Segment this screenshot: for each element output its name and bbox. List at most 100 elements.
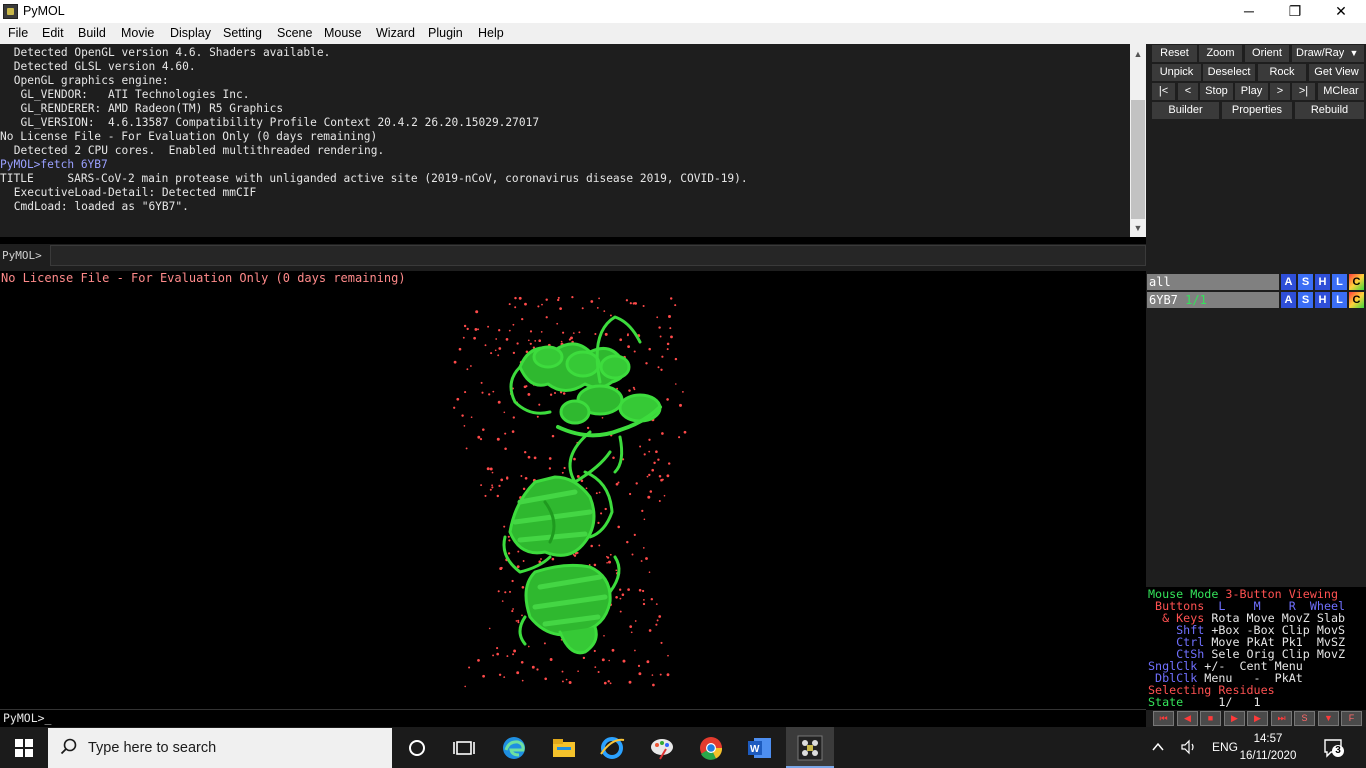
object-row-6yb7[interactable]: 6YB7 1/1 — [1147, 292, 1279, 308]
show-button[interactable]: S — [1298, 292, 1313, 308]
close-button[interactable]: ✕ — [1318, 0, 1364, 23]
language-indicator[interactable]: ENG — [1212, 740, 1238, 754]
water-atom — [491, 471, 494, 474]
mclear-button[interactable]: MClear — [1318, 83, 1364, 100]
last-frame-icon[interactable]: ⏭ — [1271, 711, 1292, 726]
action-button[interactable]: A — [1281, 292, 1296, 308]
play-button[interactable]: Play — [1235, 83, 1268, 100]
windows-start-icon[interactable] — [14, 738, 34, 758]
water-atom — [597, 521, 600, 524]
zoom-button[interactable]: Zoom — [1199, 45, 1242, 62]
water-atom — [683, 430, 687, 434]
menu-movie[interactable]: Movie — [121, 26, 154, 40]
task-view-icon[interactable] — [449, 733, 479, 763]
first-frame-icon[interactable]: ⏮ — [1153, 711, 1174, 726]
hide-button[interactable]: H — [1315, 292, 1330, 308]
menu-setting[interactable]: Setting — [223, 26, 262, 40]
rebuild-button[interactable]: Rebuild — [1295, 102, 1364, 119]
internet-explorer-icon[interactable] — [597, 733, 627, 763]
menu-mouse[interactable]: Mouse — [324, 26, 362, 40]
menu-scene[interactable]: Scene — [277, 26, 312, 40]
molecular-viewport[interactable] — [0, 272, 1146, 709]
viewport-command-prompt[interactable]: PyMOL>_ — [3, 711, 51, 725]
console-scroll-thumb[interactable] — [1131, 100, 1145, 219]
water-atom — [615, 596, 618, 599]
menu-wizard[interactable]: Wizard — [376, 26, 415, 40]
menu-help[interactable]: Help — [478, 26, 504, 40]
water-atom — [484, 494, 487, 497]
end-button[interactable]: >| — [1292, 83, 1315, 100]
forward-button[interactable]: > — [1270, 83, 1290, 100]
word-icon[interactable]: W — [745, 733, 775, 763]
unpick-button[interactable]: Unpick — [1152, 64, 1201, 81]
speaker-icon[interactable] — [1180, 739, 1198, 755]
water-atom — [659, 673, 662, 676]
builder-button[interactable]: Builder — [1152, 102, 1219, 119]
water-atom — [655, 623, 658, 626]
action-button[interactable]: A — [1281, 274, 1296, 290]
draw-ray-button[interactable]: Draw/Ray — [1292, 45, 1344, 62]
water-atom — [642, 304, 645, 308]
viewport-command-bar[interactable] — [0, 709, 1146, 727]
properties-button[interactable]: Properties — [1222, 102, 1292, 119]
menu-plugin[interactable]: Plugin — [428, 26, 463, 40]
chrome-icon[interactable] — [696, 733, 726, 763]
rewind-button[interactable]: |< — [1152, 83, 1175, 100]
minimize-button[interactable]: ─ — [1226, 0, 1272, 23]
get-view-button[interactable]: Get View — [1309, 64, 1364, 81]
hide-button[interactable]: H — [1315, 274, 1330, 290]
water-atom — [590, 544, 593, 548]
reset-button[interactable]: Reset — [1152, 45, 1197, 62]
play-icon[interactable]: ▶ — [1224, 711, 1245, 726]
menu-display[interactable]: Display — [170, 26, 211, 40]
taskbar-clock[interactable]: 14:57 16/11/2020 — [1236, 731, 1300, 765]
water-atom — [453, 406, 456, 409]
water-atom — [609, 682, 612, 685]
file-explorer-icon[interactable] — [549, 733, 579, 763]
command-input[interactable] — [50, 245, 1146, 266]
label-button[interactable]: L — [1332, 274, 1347, 290]
rock-button[interactable]: Rock — [1258, 64, 1306, 81]
water-atom — [619, 588, 622, 591]
orient-button[interactable]: Orient — [1245, 45, 1289, 62]
protein-cartoon-render — [453, 295, 687, 688]
color-button[interactable]: C — [1349, 292, 1364, 308]
color-button[interactable]: C — [1349, 274, 1364, 290]
next-frame-icon[interactable]: ▶ — [1247, 711, 1268, 726]
water-atom — [593, 563, 597, 567]
label-button[interactable]: L — [1332, 292, 1347, 308]
water-atom — [498, 484, 501, 488]
water-atom — [529, 342, 532, 345]
paint-icon[interactable] — [647, 733, 677, 763]
water-atom — [503, 525, 506, 528]
stop-button[interactable]: Stop — [1200, 83, 1233, 100]
draw-ray-dropdown-icon[interactable]: ▼ — [1344, 45, 1364, 62]
scroll-up-icon[interactable]: ▲ — [1131, 47, 1145, 61]
water-atom — [540, 331, 543, 333]
menu-edit[interactable]: Edit — [42, 26, 64, 40]
deselect-button[interactable]: Deselect — [1203, 64, 1255, 81]
pymol-icon[interactable] — [795, 733, 825, 763]
fullscreen-button[interactable]: F — [1341, 711, 1362, 726]
previous-frame-icon[interactable]: ◀ — [1177, 711, 1198, 726]
back-button[interactable]: < — [1178, 83, 1198, 100]
cortana-icon[interactable] — [402, 733, 432, 763]
show-button[interactable]: S — [1298, 274, 1313, 290]
menu-file[interactable]: File — [8, 26, 28, 40]
water-atom — [524, 302, 527, 306]
scene-button[interactable]: S — [1294, 711, 1315, 726]
scroll-down-icon[interactable]: ▼ — [1131, 221, 1145, 235]
menu-build[interactable]: Build — [78, 26, 106, 40]
object-row-all[interactable]: all — [1147, 274, 1279, 290]
water-atom — [617, 525, 620, 529]
collapse-icon[interactable]: ▼ — [1318, 711, 1339, 726]
water-atom — [648, 450, 651, 453]
edge-icon[interactable] — [499, 733, 529, 763]
water-atom — [504, 447, 507, 450]
water-atom — [601, 416, 604, 419]
chevron-up-icon[interactable] — [1151, 741, 1165, 753]
water-atom — [557, 296, 560, 299]
water-atom — [626, 334, 629, 337]
stop-icon[interactable]: ■ — [1200, 711, 1221, 726]
maximize-button[interactable]: ❐ — [1272, 0, 1318, 23]
